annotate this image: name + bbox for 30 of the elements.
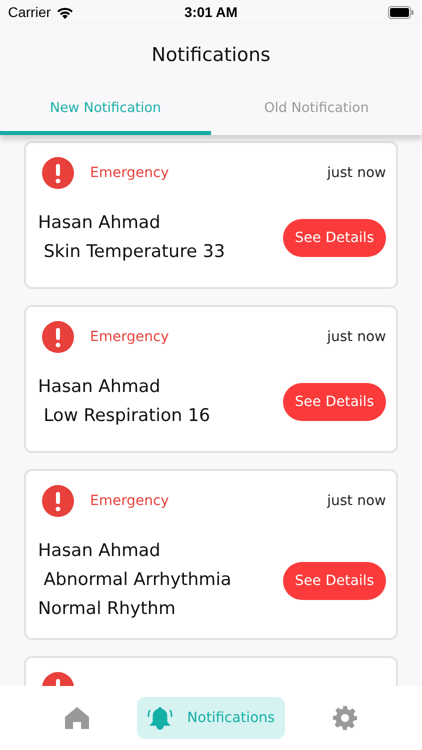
- nav-item[interactable]: Notifications: [137, 697, 285, 739]
- tab[interactable]: New Notification: [0, 88, 211, 135]
- notification-text: Hasan Ahmad: [38, 376, 162, 399]
- timestamp: just now: [327, 329, 386, 345]
- alert-type: Emergency: [90, 493, 170, 509]
- notification-text: Low Respiration 16: [42, 405, 212, 428]
- notification-text: Skin Temperature 33: [42, 241, 226, 264]
- notification-text: Hasan Ahmad: [38, 540, 162, 563]
- battery-icon: [388, 6, 414, 18]
- bell-icon: [147, 705, 174, 731]
- carrier-label: Carrier: [8, 4, 51, 20]
- see-details-button[interactable]: See Details: [282, 383, 386, 421]
- page-title: Notifications: [150, 43, 272, 68]
- notification-text: Hasan Ahmad: [38, 212, 162, 235]
- timestamp: just now: [327, 165, 386, 181]
- see-details-button[interactable]: See Details: [282, 219, 386, 257]
- wifi-icon: [56, 6, 74, 18]
- alert-icon: [42, 485, 74, 517]
- settings-icon: [332, 705, 358, 731]
- home-icon: [64, 706, 90, 730]
- notification-text: Normal Rhythm: [38, 598, 176, 621]
- notification-text: Abnormal Arrhythmia: [42, 569, 232, 592]
- alert-type: Emergency: [90, 165, 170, 181]
- alert-icon: [42, 321, 74, 353]
- clock: 3:01 AM: [184, 4, 238, 20]
- see-details-button[interactable]: See Details: [282, 562, 386, 600]
- alert-icon: [42, 157, 74, 189]
- alert-type: Emergency: [90, 329, 170, 345]
- tab[interactable]: Old Notification: [211, 88, 422, 135]
- timestamp: just now: [327, 493, 386, 509]
